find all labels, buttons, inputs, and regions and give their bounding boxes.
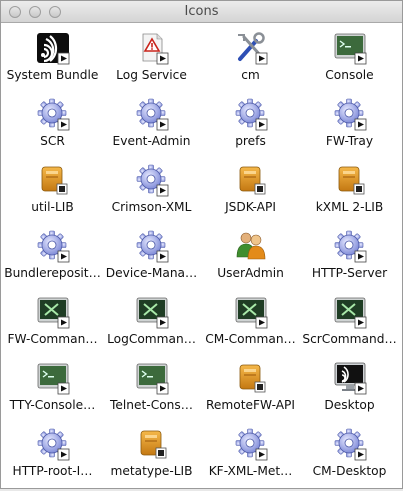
library-icon (36, 163, 70, 197)
bundle-item[interactable]: UserAdmin (201, 227, 300, 293)
window-title: Icons (184, 4, 219, 19)
bundle-label: KF-XML-Met… (208, 464, 293, 478)
bundle-item[interactable]: util-LIB (3, 161, 102, 227)
gear-icon (36, 229, 70, 263)
bundle-label: UserAdmin (217, 266, 284, 280)
bundle-label: ScrCommand… (302, 332, 397, 346)
bundle-icon-view: System Bundle Log Service cm Console SCR Even… (3, 25, 401, 487)
bundle-label: FW-Tray (325, 134, 374, 148)
tools-icon (234, 31, 268, 65)
gear-icon (234, 97, 268, 131)
bundle-label: HTTP-Server (311, 266, 388, 280)
bundle-item[interactable]: kXML 2-LIB (300, 161, 399, 227)
bundle-item[interactable]: JSDK-API (201, 161, 300, 227)
bundle-item[interactable]: HTTP-root-I… (3, 425, 102, 491)
console-icon (36, 361, 70, 395)
gear-icon (234, 427, 268, 461)
bundle-label: Desktop (324, 398, 375, 412)
bundle-item[interactable]: HTTP-Server (300, 227, 399, 293)
bundle-item[interactable]: Log Service (102, 29, 201, 95)
bundle-label: metatype-LIB (110, 464, 193, 478)
bundle-item[interactable]: Bundlereposit… (3, 227, 102, 293)
bundle-item[interactable]: cm (201, 29, 300, 95)
log-service-icon (135, 31, 169, 65)
bundle-item[interactable]: FW-Tray (300, 95, 399, 161)
gear-icon (333, 427, 367, 461)
bundle-label: RemoteFW-API (205, 398, 295, 412)
gear-icon (333, 97, 367, 131)
command-icon (333, 295, 367, 329)
icons-window: Icons System Bundle Log Service cm Console S… (0, 0, 403, 489)
bundle-item[interactable]: TTY-Console… (3, 359, 102, 425)
bundle-item[interactable]: ScrCommand… (300, 293, 399, 359)
gear-icon (36, 97, 70, 131)
bundle-item[interactable]: LogComman… (102, 293, 201, 359)
bundle-item[interactable]: Crimson-XML (102, 161, 201, 227)
bundle-label: JSDK-API (225, 200, 276, 214)
bundle-label: Crimson-XML (111, 200, 192, 214)
bundle-label: Bundlereposit… (4, 266, 101, 280)
command-icon (36, 295, 70, 329)
bundle-label: TTY-Console… (9, 398, 96, 412)
bundle-item[interactable]: CM-Comman… (201, 293, 300, 359)
bundle-item[interactable]: Event-Admin (102, 95, 201, 161)
bundle-label: CM-Comman… (205, 332, 296, 346)
users-icon (234, 229, 268, 263)
bundle-label: HTTP-root-I… (12, 464, 93, 478)
bundle-label: Device-Mana… (105, 266, 198, 280)
bundle-label: SCR (40, 134, 65, 148)
gear-icon (36, 427, 70, 461)
bundle-label: Event-Admin (112, 134, 191, 148)
bundle-item[interactable]: prefs (201, 95, 300, 161)
bundle-item[interactable]: RemoteFW-API (201, 359, 300, 425)
library-icon (234, 163, 268, 197)
bundle-label: util-LIB (31, 200, 74, 214)
bundle-label: Log Service (116, 68, 187, 82)
bundle-label: cm (241, 68, 260, 82)
bundle-item[interactable]: SCR (3, 95, 102, 161)
library-icon (333, 163, 367, 197)
bundle-label: CM-Desktop (312, 464, 387, 478)
gear-icon (135, 229, 169, 263)
bundle-grid: System Bundle Log Service cm Console SCR Even… (3, 29, 399, 491)
console-icon (135, 361, 169, 395)
bundle-label: LogComman… (107, 332, 196, 346)
command-icon (234, 295, 268, 329)
bundle-label: FW-Comman… (7, 332, 98, 346)
system-bundle-icon (36, 31, 70, 65)
console-icon (333, 31, 367, 65)
bundle-item[interactable]: Telnet-Cons… (102, 359, 201, 425)
bundle-item[interactable]: CM-Desktop (300, 425, 399, 491)
library-icon (135, 427, 169, 461)
gear-icon (333, 229, 367, 263)
gear-icon (135, 97, 169, 131)
gear-icon (135, 163, 169, 197)
bundle-item[interactable]: Desktop (300, 359, 399, 425)
title-bar[interactable]: Icons (1, 1, 402, 23)
bundle-item[interactable]: FW-Comman… (3, 293, 102, 359)
bundle-item[interactable]: metatype-LIB (102, 425, 201, 491)
bundle-label: kXML 2-LIB (315, 200, 384, 214)
bundle-label: Telnet-Cons… (110, 398, 193, 412)
bundle-item[interactable]: Device-Mana… (102, 227, 201, 293)
command-icon (135, 295, 169, 329)
bundle-item[interactable]: Console (300, 29, 399, 95)
bundle-label: Console (325, 68, 374, 82)
library-icon (234, 361, 268, 395)
bundle-item[interactable]: System Bundle (3, 29, 102, 95)
bundle-label: prefs (235, 134, 266, 148)
bundle-item[interactable]: KF-XML-Met… (201, 425, 300, 491)
desktop-icon (333, 361, 367, 395)
bundle-label: System Bundle (6, 68, 99, 82)
